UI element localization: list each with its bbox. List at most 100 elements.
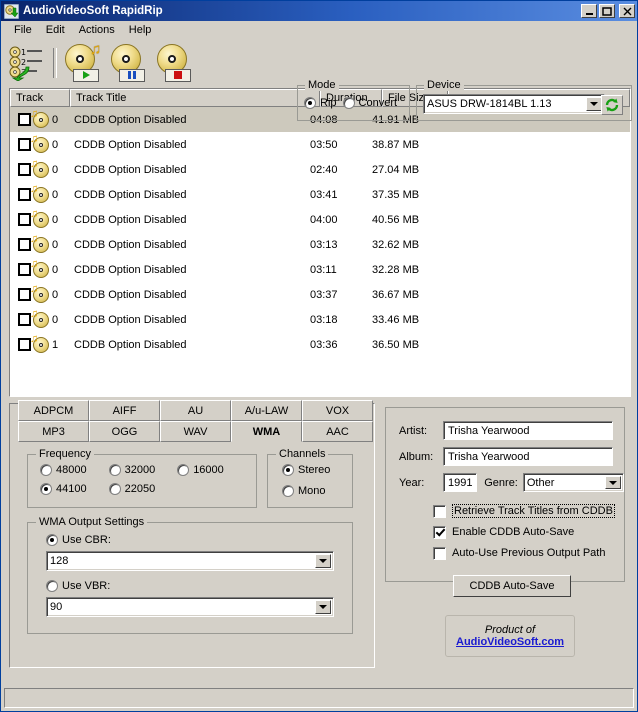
menu-edit[interactable]: Edit — [39, 23, 72, 37]
column-header-track-title[interactable]: Track Title — [70, 89, 320, 107]
track-number: 0 — [49, 164, 63, 176]
close-button[interactable] — [619, 4, 635, 18]
bottom-area: ADPCMAIFFAUA/u-LAWVOX MP3OGGWAVWMAAAC Fr… — [1, 397, 637, 688]
retrieve-cddb-checkbox-row[interactable]: Retrieve Track Titles from CDDB — [433, 502, 624, 520]
track-number: 0 — [49, 314, 63, 326]
table-row[interactable]: ♫0CDDB Option Disabled03:3736.67 MB — [10, 282, 630, 307]
chevron-down-icon[interactable] — [586, 97, 602, 111]
retrieve-cddb-checkbox[interactable] — [433, 505, 446, 518]
tab-adpcm[interactable]: ADPCM — [18, 400, 89, 421]
chevron-down-icon[interactable] — [605, 476, 621, 489]
column-header-track[interactable]: Track — [10, 89, 70, 107]
metadata-group: Artist: Trisha Yearwood Album: Trisha Ye… — [385, 407, 625, 582]
title-bar: AudioVideoSoft RapidRip — [1, 1, 637, 21]
mode-radio-rip[interactable]: Rip — [304, 97, 337, 109]
cd-track-icon: ♫ — [33, 337, 49, 353]
artist-field[interactable]: Trisha Yearwood — [443, 421, 613, 440]
table-row[interactable]: ♫0CDDB Option Disabled03:1833.46 MB — [10, 307, 630, 332]
artist-label: Artist: — [399, 425, 443, 437]
genre-select[interactable]: Other — [523, 473, 624, 492]
track-list-icon[interactable]: 1 2 3 — [7, 45, 45, 81]
cd-track-icon: ♫ — [33, 287, 49, 303]
mode-radio-convert[interactable]: Convert — [343, 97, 398, 109]
track-number: 0 — [49, 264, 63, 276]
table-row[interactable]: ♫0CDDB Option Disabled03:5038.87 MB — [10, 132, 630, 157]
device-select[interactable]: ASUS DRW-1814BL 1.13 — [423, 94, 605, 114]
table-row[interactable]: ♫0CDDB Option Disabled03:4137.35 MB — [10, 182, 630, 207]
app-window: AudioVideoSoft RapidRip File Edit Action… — [0, 0, 638, 712]
album-row: Album: Trisha Yearwood — [399, 447, 624, 466]
rip-start-icon[interactable]: ♫ — [63, 44, 105, 82]
table-row[interactable]: ♫0CDDB Option Disabled03:1332.62 MB — [10, 232, 630, 257]
radio-dot-icon — [282, 485, 294, 497]
year-field[interactable]: 1991 — [443, 473, 477, 492]
vbr-radio[interactable]: Use VBR: — [46, 580, 110, 592]
frequency-label-32000: 32000 — [125, 464, 156, 476]
auto-use-path-checkbox-row[interactable]: Auto-Use Previous Output Path — [433, 544, 624, 562]
format-options-body: Frequency 48000 32000 16000 — [10, 442, 374, 667]
track-list[interactable]: Track Track Title Duration File Size ♫0C… — [9, 88, 631, 397]
cddb-auto-save-button[interactable]: CDDB Auto-Save — [453, 575, 571, 597]
track-duration-cell: 03:18 — [306, 314, 368, 326]
tab-wav[interactable]: WAV — [160, 421, 231, 442]
tab-a-u-law[interactable]: A/u-LAW — [231, 400, 302, 421]
table-row[interactable]: ♫0CDDB Option Disabled03:1132.28 MB — [10, 257, 630, 282]
table-row[interactable]: ♫1CDDB Option Disabled03:3636.50 MB — [10, 332, 630, 357]
chevron-down-icon[interactable] — [315, 600, 331, 614]
album-field[interactable]: Trisha Yearwood — [443, 447, 613, 466]
product-link[interactable]: AudioVideoSoft.com — [456, 636, 564, 648]
year-value: 1991 — [448, 477, 472, 489]
chevron-down-icon[interactable] — [315, 554, 331, 568]
tab-au[interactable]: AU — [160, 400, 231, 421]
frequency-radio-32000[interactable]: 32000 — [109, 464, 156, 476]
mode-legend: Mode — [305, 79, 339, 91]
output-settings-group: WMA Output Settings Use CBR: 128 Use VBR… — [27, 522, 353, 634]
cd-track-icon: ♫ — [33, 187, 49, 203]
frequency-radio-44100[interactable]: 44100 — [40, 483, 87, 495]
output-settings-legend: WMA Output Settings — [36, 516, 147, 528]
frequency-radio-22050[interactable]: 22050 — [109, 483, 156, 495]
track-title-cell: CDDB Option Disabled — [70, 139, 306, 151]
maximize-button[interactable] — [599, 4, 615, 18]
menu-actions[interactable]: Actions — [72, 23, 122, 37]
svg-text:2: 2 — [21, 58, 26, 67]
track-cell: ♫0 — [10, 262, 70, 278]
tab-mp3[interactable]: MP3 — [18, 421, 89, 442]
cbr-select[interactable]: 128 — [46, 551, 334, 571]
format-tabs-row-2: MP3OGGWAVWMAAAC — [18, 421, 373, 442]
track-cell: ♫0 — [10, 287, 70, 303]
channels-radio-mono[interactable]: Mono — [282, 485, 326, 497]
rip-stop-icon[interactable] — [155, 44, 197, 82]
tab-aac[interactable]: AAC — [302, 421, 373, 442]
refresh-device-button[interactable] — [601, 95, 623, 115]
cd-track-icon: ♫ — [33, 237, 49, 253]
track-number: 0 — [49, 114, 63, 126]
table-row[interactable]: ♫0CDDB Option Disabled04:0040.56 MB — [10, 207, 630, 232]
tab-ogg[interactable]: OGG — [89, 421, 160, 442]
auto-use-path-checkbox[interactable] — [433, 547, 446, 560]
track-filesize-cell: 32.62 MB — [368, 239, 434, 251]
menu-file[interactable]: File — [7, 23, 39, 37]
channels-radio-stereo[interactable]: Stereo — [282, 464, 330, 476]
tab-vox[interactable]: VOX — [302, 400, 373, 421]
cbr-radio[interactable]: Use CBR: — [46, 534, 111, 546]
vbr-select[interactable]: 90 — [46, 597, 334, 617]
cd-track-icon: ♫ — [33, 312, 49, 328]
enable-autosave-checkbox[interactable] — [433, 526, 446, 539]
menu-help[interactable]: Help — [122, 23, 159, 37]
minimize-button[interactable] — [581, 4, 597, 18]
tab-wma[interactable]: WMA — [231, 421, 302, 442]
rip-pause-icon[interactable] — [109, 44, 151, 82]
track-title-cell: CDDB Option Disabled — [70, 114, 306, 126]
artist-row: Artist: Trisha Yearwood — [399, 421, 624, 440]
frequency-radio-48000[interactable]: 48000 — [40, 464, 87, 476]
genre-label: Genre: — [477, 477, 523, 489]
table-row[interactable]: ♫0CDDB Option Disabled02:4027.04 MB — [10, 157, 630, 182]
tab-aiff[interactable]: AIFF — [89, 400, 160, 421]
track-cell: ♫0 — [10, 187, 70, 203]
track-cell: ♫0 — [10, 237, 70, 253]
enable-autosave-checkbox-row[interactable]: Enable CDDB Auto-Save — [433, 523, 624, 541]
frequency-legend: Frequency — [36, 448, 94, 460]
mode-rip-label: Rip — [320, 97, 337, 109]
frequency-radio-16000[interactable]: 16000 — [177, 464, 224, 476]
